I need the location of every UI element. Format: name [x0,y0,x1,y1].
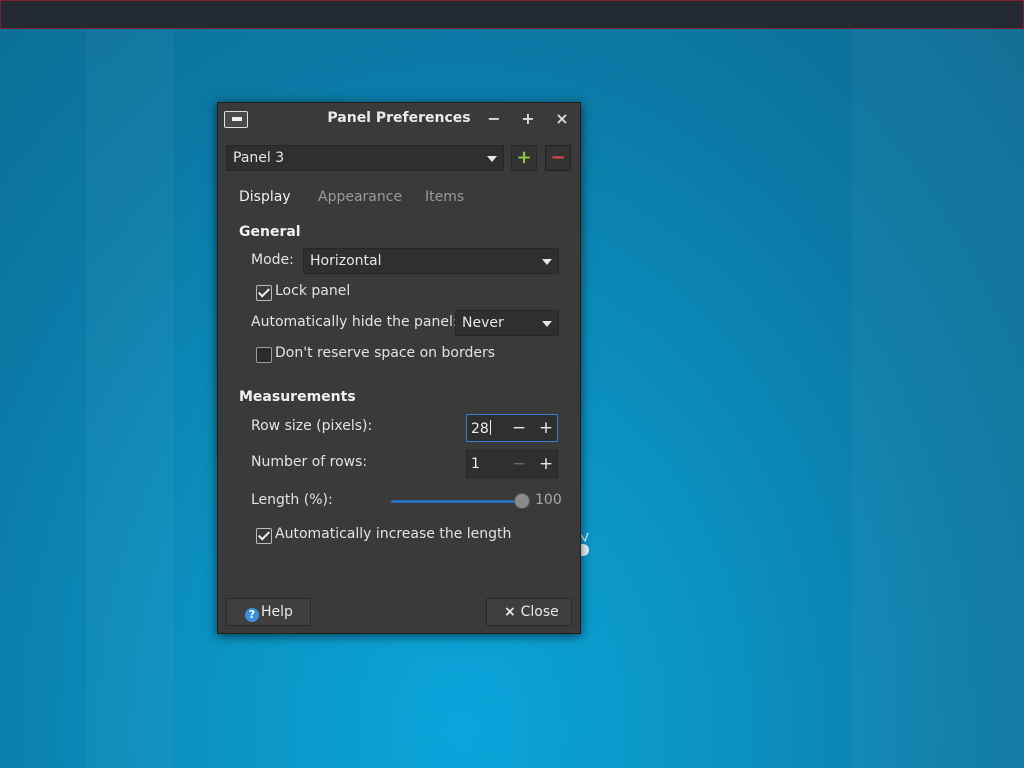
auto-length-label: Automatically increase the length [275,526,512,542]
autohide-select[interactable]: Never [455,310,559,336]
panel-select-value: Panel 3 [233,150,285,166]
help-button[interactable]: ? Help [226,598,311,626]
maximize-button[interactable]: + [518,109,538,129]
dont-reserve-space-label: Don't reserve space on borders [275,345,496,361]
plus-icon: + [516,147,532,168]
desktop-stripe [852,28,1024,768]
dont-reserve-space-checkbox[interactable] [256,347,272,363]
chevron-down-icon [542,259,552,265]
general-heading: General [239,224,301,240]
length-slider-handle[interactable] [514,493,530,509]
lock-panel-label: Lock panel [275,283,351,299]
increment-button[interactable]: + [535,418,557,438]
desktop-icon-fragment [580,532,589,556]
title-bar[interactable]: Panel Preferences − + × [218,103,580,135]
rows-label: Number of rows: [251,454,368,470]
tab-display[interactable]: Display [239,189,291,205]
length-slider-track[interactable] [391,500,521,503]
top-panel[interactable] [0,0,1024,29]
autohide-label: Automatically hide the panel: [251,314,458,330]
length-label: Length (%): [251,492,333,508]
decrement-button[interactable]: − [508,418,530,438]
panel-preferences-dialog: Panel Preferences − + × Panel 3 + − Disp… [217,102,581,634]
increment-button[interactable]: + [535,454,557,474]
row-size-input[interactable]: 28 [471,420,491,437]
minus-icon: − [550,147,566,168]
mode-label: Mode: [251,252,294,268]
tab-appearance[interactable]: Appearance [318,189,402,205]
lock-panel-checkbox[interactable] [256,285,272,301]
close-button[interactable]: × Close [486,598,572,626]
help-icon: ? [245,608,259,622]
measurements-heading: Measurements [239,389,356,405]
add-panel-button[interactable]: + [511,145,537,171]
mode-select-value: Horizontal [310,253,382,269]
chevron-down-icon [542,321,552,327]
auto-length-checkbox[interactable] [256,528,272,544]
minimize-button[interactable]: − [484,109,504,129]
decrement-button: − [511,454,527,474]
chevron-down-icon [487,156,497,162]
row-size-label: Row size (pixels): [251,418,373,434]
length-value: 100 [535,492,562,508]
remove-panel-button[interactable]: − [545,145,571,171]
close-icon: × [504,604,521,620]
desktop-stripe [86,28,174,768]
tab-items[interactable]: Items [425,189,464,205]
close-window-button[interactable]: × [552,109,572,129]
autohide-select-value: Never [462,315,504,331]
rows-input[interactable]: 1 [471,456,480,472]
mode-select[interactable]: Horizontal [303,248,559,274]
rows-spinner[interactable]: 1 − + [466,450,558,478]
panel-select[interactable]: Panel 3 [226,145,504,171]
row-size-spinner[interactable]: 28 − + [466,414,558,442]
